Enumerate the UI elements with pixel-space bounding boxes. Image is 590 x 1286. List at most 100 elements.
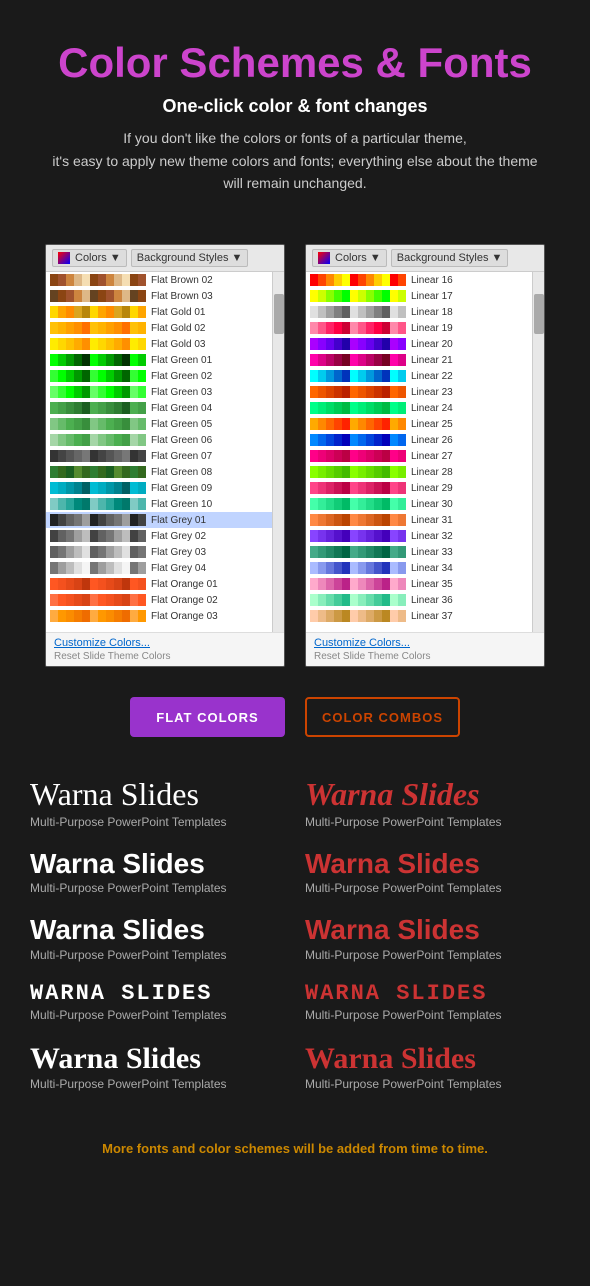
page-title: Color Schemes & Fonts — [30, 40, 560, 86]
font-col-4-left: WARNA SLIDES Multi-Purpose PowerPoint Te… — [30, 982, 285, 1022]
right-bg-styles-button[interactable]: Background Styles ▼ — [391, 249, 509, 267]
font-title-2: Warna Slides — [305, 777, 560, 812]
left-bg-styles-button[interactable]: Background Styles ▼ — [131, 249, 249, 267]
footer-note: More fonts and color schemes will be add… — [0, 1121, 590, 1186]
font-row-2: Warna Slides Multi-Purpose PowerPoint Te… — [30, 849, 560, 896]
left-list-item[interactable]: Flat Green 01 — [46, 352, 284, 368]
left-list-item[interactable]: Flat Green 03 — [46, 384, 284, 400]
right-list-item[interactable]: Linear 16 — [306, 272, 544, 288]
right-list-item[interactable]: Linear 27 — [306, 448, 544, 464]
font-sub-5r: Multi-Purpose PowerPoint Templates — [305, 1077, 560, 1091]
font-sub-2: Multi-Purpose PowerPoint Templates — [30, 881, 285, 895]
font-sub-4r: Multi-Purpose PowerPoint Templates — [305, 1008, 560, 1022]
left-list-item[interactable]: Flat Green 02 — [46, 368, 284, 384]
left-list-item[interactable]: Flat Green 04 — [46, 400, 284, 416]
font-title-10: Warna Slides — [305, 1042, 560, 1075]
left-reset-link[interactable]: Reset Slide Theme Colors — [54, 651, 276, 662]
right-customize-link[interactable]: Customize Colors... — [314, 637, 536, 649]
right-list-item[interactable]: Linear 24 — [306, 400, 544, 416]
left-list-item[interactable]: Flat Green 08 — [46, 464, 284, 480]
left-customize-link[interactable]: Customize Colors... — [54, 637, 276, 649]
right-list-item[interactable]: Linear 33 — [306, 544, 544, 560]
left-colors-label: Colors ▼ — [75, 252, 121, 264]
font-sub-3r: Multi-Purpose PowerPoint Templates — [305, 948, 560, 962]
page-header: Color Schemes & Fonts One-click color & … — [0, 0, 590, 214]
right-colors-button[interactable]: Colors ▼ — [312, 249, 387, 267]
right-list-item[interactable]: Linear 20 — [306, 336, 544, 352]
right-toolbar[interactable]: Colors ▼ Background Styles ▼ — [306, 245, 544, 272]
right-list-item[interactable]: Linear 34 — [306, 560, 544, 576]
left-toolbar[interactable]: Colors ▼ Background Styles ▼ — [46, 245, 284, 272]
left-list-item[interactable]: Flat Grey 03 — [46, 544, 284, 560]
font-title-5: Warna Slides — [30, 915, 285, 946]
left-list-item[interactable]: Flat Green 10 — [46, 496, 284, 512]
left-color-list[interactable]: Flat Brown 02Flat Brown 03Flat Gold 01Fl… — [46, 272, 284, 632]
right-list-item[interactable]: Linear 37 — [306, 608, 544, 624]
font-title-6: Warna Slides — [305, 915, 560, 946]
font-sub-1: Multi-Purpose PowerPoint Templates — [30, 815, 285, 829]
page-subtitle: One-click color & font changes — [30, 96, 560, 117]
right-list-item[interactable]: Linear 18 — [306, 304, 544, 320]
left-list-item[interactable]: Flat Brown 03 — [46, 288, 284, 304]
right-reset-link[interactable]: Reset Slide Theme Colors — [314, 651, 536, 662]
left-list-item[interactable]: Flat Grey 04 — [46, 560, 284, 576]
font-col-5-right: Warna Slides Multi-Purpose PowerPoint Te… — [305, 1042, 560, 1091]
page-description-2: it's easy to apply new theme colors and … — [30, 150, 560, 172]
left-colors-button[interactable]: Colors ▼ — [52, 249, 127, 267]
font-row-5: Warna Slides Multi-Purpose PowerPoint Te… — [30, 1042, 560, 1091]
right-list-item[interactable]: Linear 31 — [306, 512, 544, 528]
font-sub-5: Multi-Purpose PowerPoint Templates — [30, 1077, 285, 1091]
right-list-item[interactable]: Linear 22 — [306, 368, 544, 384]
right-list-item[interactable]: Linear 29 — [306, 480, 544, 496]
right-list-item[interactable]: Linear 32 — [306, 528, 544, 544]
font-title-4: Warna Slides — [305, 849, 560, 880]
buttons-row: FLAT COLORS COLOR COMBOS — [0, 677, 590, 757]
font-title-9: Warna Slides — [30, 1042, 285, 1075]
right-color-list[interactable]: Linear 16Linear 17Linear 18Linear 19Line… — [306, 272, 544, 632]
font-title-7: WARNA SLIDES — [30, 982, 285, 1006]
colors-icon — [58, 252, 70, 264]
font-title-8: WARNA SLIDES — [305, 982, 560, 1006]
left-list-item[interactable]: Flat Gold 01 — [46, 304, 284, 320]
right-list-item[interactable]: Linear 25 — [306, 416, 544, 432]
left-list-item[interactable]: Flat Gold 02 — [46, 320, 284, 336]
left-list-item[interactable]: Flat Gold 03 — [46, 336, 284, 352]
left-list-item[interactable]: Flat Green 09 — [46, 480, 284, 496]
right-scrollbar-thumb[interactable] — [534, 294, 544, 334]
right-list-item[interactable]: Linear 21 — [306, 352, 544, 368]
left-list-item[interactable]: Flat Orange 01 — [46, 576, 284, 592]
right-list-item[interactable]: Linear 35 — [306, 576, 544, 592]
left-list-item[interactable]: Flat Orange 03 — [46, 608, 284, 624]
page-description-1: If you don't like the colors or fonts of… — [30, 127, 560, 149]
right-list-item[interactable]: Linear 26 — [306, 432, 544, 448]
right-list-item[interactable]: Linear 36 — [306, 592, 544, 608]
font-col-2-left: Warna Slides Multi-Purpose PowerPoint Te… — [30, 849, 285, 896]
left-scrollbar-thumb[interactable] — [274, 294, 284, 334]
font-title-1: Warna Slides — [30, 777, 285, 812]
left-list-item[interactable]: Flat Brown 02 — [46, 272, 284, 288]
font-sub-1r: Multi-Purpose PowerPoint Templates — [305, 815, 560, 829]
right-list-item[interactable]: Linear 28 — [306, 464, 544, 480]
font-col-2-right: Warna Slides Multi-Purpose PowerPoint Te… — [305, 849, 560, 896]
right-screenshot: Colors ▼ Background Styles ▼ Linear 16Li… — [305, 244, 545, 667]
right-colors-icon — [318, 252, 330, 264]
left-list-item[interactable]: Flat Grey 01 — [46, 512, 284, 528]
right-list-item[interactable]: Linear 19 — [306, 320, 544, 336]
left-list-item[interactable]: Flat Orange 02 — [46, 592, 284, 608]
font-title-3: Warna Slides — [30, 849, 285, 880]
left-list-item[interactable]: Flat Green 05 — [46, 416, 284, 432]
left-list-item[interactable]: Flat Green 07 — [46, 448, 284, 464]
left-screenshot: Colors ▼ Background Styles ▼ Flat Brown … — [45, 244, 285, 667]
color-combos-button[interactable]: COLOR COMBOS — [305, 697, 460, 737]
right-list-item[interactable]: Linear 30 — [306, 496, 544, 512]
font-col-3-right: Warna Slides Multi-Purpose PowerPoint Te… — [305, 915, 560, 962]
left-list-item[interactable]: Flat Green 06 — [46, 432, 284, 448]
flat-colors-button[interactable]: FLAT COLORS — [130, 697, 285, 737]
left-list-item[interactable]: Flat Grey 02 — [46, 528, 284, 544]
right-list-item[interactable]: Linear 17 — [306, 288, 544, 304]
left-scrollbar[interactable] — [272, 272, 284, 632]
font-col-4-right: WARNA SLIDES Multi-Purpose PowerPoint Te… — [305, 982, 560, 1022]
font-col-1-left: Warna Slides Multi-Purpose PowerPoint Te… — [30, 777, 285, 828]
right-scrollbar[interactable] — [532, 272, 544, 632]
right-list-item[interactable]: Linear 23 — [306, 384, 544, 400]
